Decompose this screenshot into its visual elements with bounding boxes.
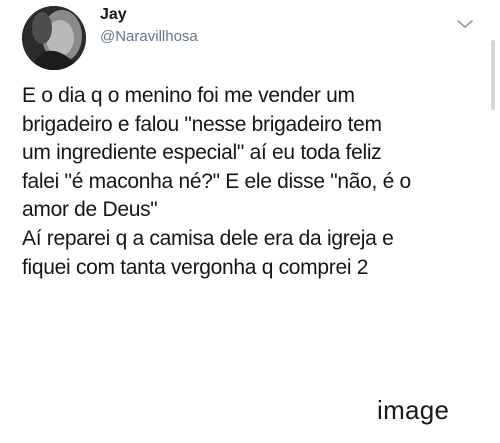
chevron-down-icon[interactable] bbox=[456, 18, 474, 30]
tweet-text-line: brigadeiro e falou "nesse brigadeiro tem bbox=[22, 112, 382, 136]
scrollbar[interactable] bbox=[491, 40, 495, 110]
tweet-text-line: um ingrediente especial" aí eu toda feli… bbox=[22, 141, 382, 165]
tweet-text-line: fiquei com tanta vergonha q comprei 2 bbox=[22, 255, 369, 279]
tweet-card: Jay @Naravillhosa E o dia q o menino foi… bbox=[0, 0, 500, 365]
image-caption: image bbox=[377, 395, 450, 425]
author-display-name[interactable]: Jay bbox=[100, 6, 127, 24]
tweet-text: E o dia q o menino foi me vender um brig… bbox=[22, 82, 484, 282]
tweet-text-line: amor de Deus" bbox=[22, 198, 158, 222]
author-handle[interactable]: @Naravillhosa bbox=[100, 28, 198, 45]
tweet-text-line: Aí reparei q a camisa dele era da igreja… bbox=[22, 226, 394, 250]
profile-photo-icon bbox=[22, 6, 86, 70]
avatar[interactable] bbox=[22, 6, 86, 70]
tweet-text-line: E o dia q o menino foi me vender um bbox=[22, 84, 355, 107]
tweet-text-line: falei "é maconha né?" E ele disse "não, … bbox=[22, 169, 411, 193]
